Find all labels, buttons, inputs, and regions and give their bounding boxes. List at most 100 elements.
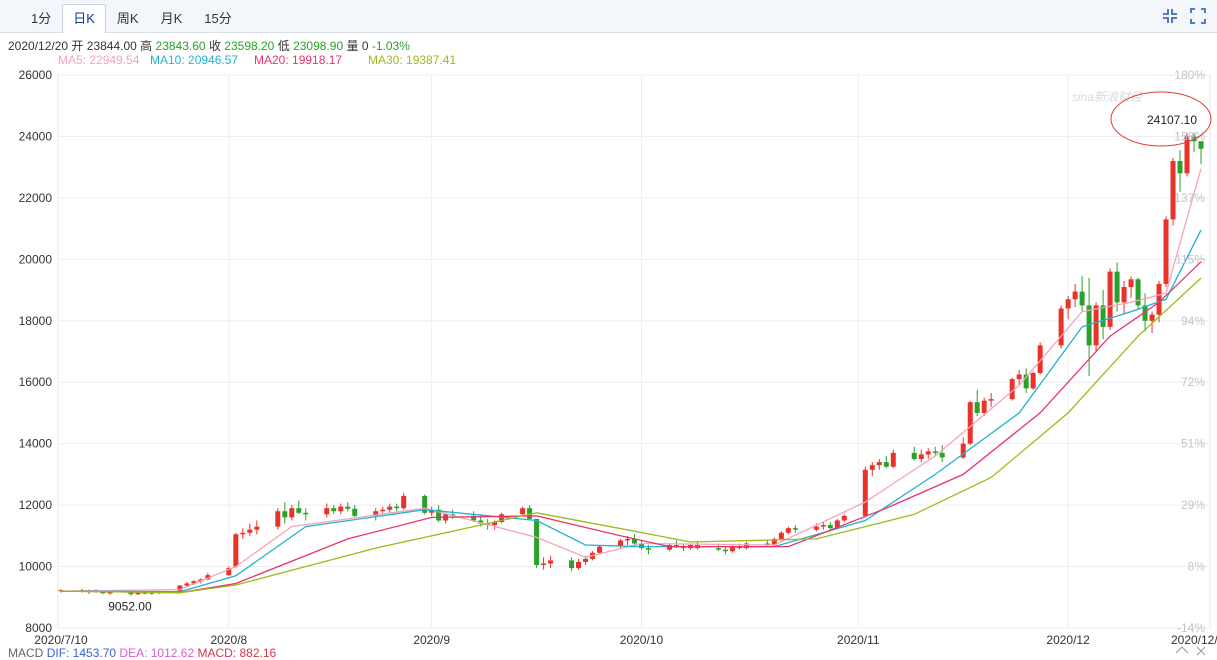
fullscreen-icon[interactable] (1189, 7, 1207, 25)
macd-dif: DIF: 1453.70 (47, 646, 117, 660)
candle[interactable] (862, 466, 868, 518)
kline-chart[interactable]: sina新浪财经 8000 -14%10000 8%12000 29%14000 51%… (0, 33, 1217, 660)
candle[interactable] (618, 538, 624, 549)
candle[interactable] (785, 526, 791, 535)
candle[interactable] (422, 494, 428, 515)
candle[interactable] (778, 531, 784, 541)
candle[interactable] (569, 557, 575, 572)
info-vol-label: 量 (346, 39, 358, 53)
candle[interactable] (1058, 305, 1064, 349)
candle[interactable] (722, 546, 728, 555)
candle[interactable] (1135, 277, 1141, 311)
tab-3[interactable]: 月K (150, 4, 194, 33)
candle[interactable] (890, 449, 896, 469)
candle-body (282, 511, 288, 518)
ma-legend-item: MA10: 20946.57 (150, 53, 238, 67)
candle[interactable] (1072, 283, 1078, 307)
candle[interactable] (918, 449, 924, 463)
info-line: 2020/12/20 开 23844.00 高 23843.60 收 23598… (8, 38, 410, 53)
candle[interactable] (499, 512, 505, 524)
right-axis-label: 72% (1181, 375, 1205, 389)
candle-body (729, 546, 735, 552)
candle[interactable] (247, 523, 253, 536)
candle-body (778, 532, 784, 539)
candle[interactable] (541, 557, 547, 570)
candle[interactable] (345, 502, 351, 512)
candle[interactable] (841, 514, 847, 523)
candle[interactable] (883, 455, 889, 469)
candle-body (240, 532, 246, 535)
candle[interactable] (576, 558, 582, 570)
candle[interactable] (1107, 268, 1113, 330)
info-date: 2020/12/20 (8, 39, 68, 53)
candle-body (534, 518, 540, 566)
candle[interactable] (289, 505, 295, 521)
axes-layer: 8000 -14%10000 8%12000 29%14000 51%16000 72%1… (19, 68, 1217, 647)
candle[interactable] (1198, 141, 1204, 165)
candle[interactable] (876, 459, 882, 470)
info-high: 23843.60 (156, 39, 206, 53)
candle[interactable] (925, 448, 931, 460)
candle[interactable] (988, 392, 994, 407)
tab-1[interactable]: 日K (62, 4, 106, 33)
candle[interactable] (331, 505, 337, 515)
candle[interactable] (694, 541, 700, 550)
candle[interactable] (226, 566, 232, 576)
candle[interactable] (520, 506, 526, 516)
candle-body (715, 548, 721, 550)
candle[interactable] (1079, 276, 1085, 312)
candle[interactable] (1121, 280, 1127, 315)
candle[interactable] (1065, 296, 1071, 320)
candle[interactable] (240, 528, 246, 539)
candle[interactable] (254, 520, 260, 535)
candle[interactable] (911, 446, 917, 461)
candle[interactable] (743, 541, 749, 550)
candle[interactable] (1128, 276, 1134, 298)
tab-2[interactable]: 周K (106, 4, 150, 33)
candle-body (401, 495, 407, 509)
candle[interactable] (296, 500, 302, 515)
candle[interactable] (764, 540, 770, 547)
candle[interactable] (275, 508, 281, 530)
toolbar-icons (1161, 7, 1207, 25)
candle-body (827, 525, 833, 529)
candle-body (345, 506, 351, 509)
candle[interactable] (792, 525, 798, 533)
info-close-label: 收 (209, 39, 221, 53)
candle[interactable] (1177, 150, 1183, 192)
candle[interactable] (233, 532, 239, 569)
ma-legend-item: MA5: 22949.54 (58, 53, 140, 67)
candle-body (918, 454, 924, 460)
candle[interactable] (1163, 216, 1169, 287)
macd-settings-icon[interactable] (1175, 646, 1189, 654)
candle[interactable] (1100, 290, 1106, 340)
candle[interactable] (1023, 368, 1029, 393)
candle[interactable] (527, 505, 533, 521)
candle[interactable] (939, 445, 945, 463)
candle-body (974, 402, 980, 413)
kline-chart-area: sina新浪财经 8000 -14% 10000 8% 12000 29% 14000 51%… (0, 33, 1217, 660)
collapse-icon[interactable] (1161, 7, 1179, 25)
tab-4[interactable]: 15分 (193, 4, 242, 33)
candle[interactable] (869, 462, 875, 476)
candle[interactable] (974, 389, 980, 417)
candle-body (1100, 305, 1106, 327)
candle[interactable] (680, 543, 686, 552)
candle[interactable] (303, 508, 309, 521)
tab-0[interactable]: 1分 (20, 4, 62, 33)
candle[interactable] (352, 505, 358, 518)
candle[interactable] (324, 503, 330, 518)
candle[interactable] (429, 506, 435, 516)
candle[interactable] (534, 518, 540, 569)
y-tick-label: 26000 (19, 68, 53, 82)
candle[interactable] (666, 543, 672, 552)
candle[interactable] (638, 540, 644, 550)
candle[interactable] (436, 505, 442, 523)
candle[interactable] (401, 492, 407, 510)
macd-close-icon[interactable] (1196, 646, 1206, 656)
candle-body (1163, 219, 1169, 284)
candle[interactable] (967, 400, 973, 446)
y-tick-label: 20000 (19, 252, 53, 266)
x-tick-label: 2020/7/10 (34, 633, 88, 647)
candle[interactable] (1030, 371, 1036, 390)
